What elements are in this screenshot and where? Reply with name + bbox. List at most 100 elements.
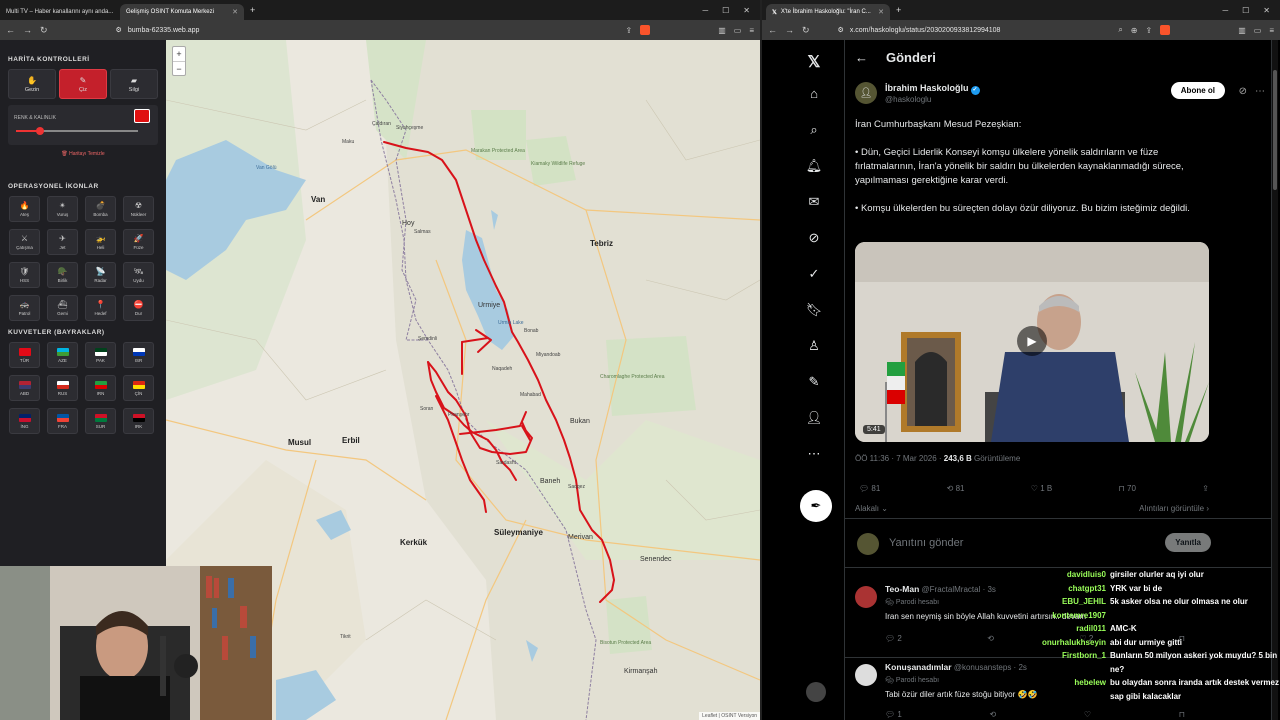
- flag-button[interactable]: ABD: [9, 375, 40, 401]
- video-player[interactable]: ▶ 5:41: [855, 242, 1209, 442]
- new-tab-icon[interactable]: +: [896, 5, 901, 15]
- messages-icon[interactable]: ✉: [800, 194, 828, 210]
- flag-button[interactable]: AZE: [47, 342, 78, 368]
- stroke-width-slider[interactable]: [16, 127, 138, 135]
- account-avatar[interactable]: [806, 682, 826, 702]
- repost-icon[interactable]: ⟲: [987, 634, 994, 643]
- menu-icon[interactable]: ≡: [1269, 26, 1274, 35]
- share-icon[interactable]: ⇪: [626, 26, 633, 35]
- ops-icon-button[interactable]: 🛰 Uydu: [123, 262, 154, 288]
- flag-button[interactable]: RUS: [47, 375, 78, 401]
- reload-icon[interactable]: ↻: [802, 25, 810, 36]
- reply-button[interactable]: Yanıtla: [1165, 533, 1211, 552]
- ops-icon-button[interactable]: ⚔ Çatışma: [9, 229, 40, 255]
- repost-icon[interactable]: ⟲: [990, 710, 997, 719]
- zoom-out-button[interactable]: −: [173, 61, 185, 75]
- ops-icon-button[interactable]: 🪖 Birlik: [47, 262, 78, 288]
- ops-icon-button[interactable]: 📍 Hedef: [85, 295, 116, 321]
- brave-shield-icon[interactable]: [640, 25, 651, 35]
- wallet-icon[interactable]: ▭: [1254, 26, 1262, 35]
- flag-button[interactable]: IRK: [123, 408, 154, 434]
- grok-icon[interactable]: ⊘: [1239, 86, 1247, 97]
- reply-action[interactable]: 💬︎ 1: [885, 710, 902, 719]
- author-name[interactable]: İbrahim Haskoloğlu: [885, 83, 969, 93]
- maximize-icon[interactable]: ☐: [1242, 6, 1249, 15]
- flag-button[interactable]: İNG: [9, 408, 40, 434]
- ops-icon-button[interactable]: ✴ Vuruş: [47, 196, 78, 222]
- ops-icon-button[interactable]: ☢ Nükleer: [123, 196, 154, 222]
- pan-button[interactable]: ✋ Gezin: [8, 69, 56, 99]
- ops-icon-button[interactable]: 📡 Radar: [85, 262, 116, 288]
- wallet-icon[interactable]: ▭: [734, 26, 742, 35]
- tab-x-post[interactable]: 𝕏 X'te İbrahim Haskoloğlu: "İran C... ✕: [766, 4, 890, 20]
- author-handle[interactable]: @haskologlu: [885, 95, 980, 104]
- share-icon[interactable]: ⇪: [1202, 484, 1209, 493]
- sidebar-icon[interactable]: ▥: [1238, 26, 1246, 35]
- close-tab-icon[interactable]: ✕: [232, 8, 238, 16]
- ops-icon-button[interactable]: 🛡 HSS: [9, 262, 40, 288]
- repost-action[interactable]: ⟲ 81: [947, 484, 965, 493]
- bookmark-icon[interactable]: ⊓: [1179, 710, 1185, 719]
- share-icon[interactable]: ⇪: [1146, 26, 1153, 35]
- new-tab-icon[interactable]: +: [250, 5, 255, 15]
- flag-button[interactable]: FRA: [47, 408, 78, 434]
- reply-input[interactable]: Yanıtını gönder: [889, 537, 963, 549]
- post-button[interactable]: ✒: [800, 490, 832, 522]
- profile-icon[interactable]: 👤︎: [800, 410, 828, 426]
- subscribe-button[interactable]: Abone ol: [1170, 82, 1225, 99]
- author-block[interactable]: 👤︎ İbrahim Haskoloğlu ✓ @haskologlu: [855, 82, 980, 104]
- avatar[interactable]: [855, 586, 877, 608]
- avatar[interactable]: 👤︎: [855, 82, 877, 104]
- x-logo-icon[interactable]: 𝕏: [800, 52, 828, 72]
- brave-shield-icon[interactable]: [1160, 25, 1171, 35]
- flag-button[interactable]: ÇİN: [123, 375, 154, 401]
- ops-icon-button[interactable]: 💣 Bomba: [85, 196, 116, 222]
- menu-icon[interactable]: ≡: [749, 26, 754, 35]
- search-icon[interactable]: ⌕: [800, 122, 828, 138]
- clear-map-button[interactable]: 🗑 Haritayı Temizle: [8, 151, 158, 157]
- url-field[interactable]: ⚙ bumba-62335.web.app: [116, 26, 618, 35]
- flag-button[interactable]: ISR: [123, 342, 154, 368]
- ops-icon-button[interactable]: 🚀 Füze: [123, 229, 154, 255]
- like-action[interactable]: ♡ 1 B: [1031, 484, 1052, 493]
- forward-icon[interactable]: →: [23, 25, 32, 35]
- draw-button[interactable]: ✎ Çiz: [59, 69, 107, 99]
- flag-button[interactable]: SUR: [85, 408, 116, 434]
- color-picker[interactable]: [134, 109, 150, 123]
- ops-icon-button[interactable]: 🚁 Heli: [85, 229, 116, 255]
- sidebar-icon[interactable]: ▥: [718, 26, 726, 35]
- ops-icon-button[interactable]: 🔥 Ateş: [9, 196, 40, 222]
- reply-action[interactable]: 💬︎ 2: [885, 634, 902, 643]
- comment-author[interactable]: Konuşanadımlar: [885, 662, 952, 672]
- articles-icon[interactable]: ✎: [800, 374, 828, 390]
- back-icon[interactable]: ←: [768, 25, 777, 35]
- map-attribution[interactable]: Leaflet | OSINT Versiyon: [699, 712, 760, 720]
- ops-icon-button[interactable]: 🚓 Patrol: [9, 295, 40, 321]
- bookmark-action[interactable]: ⊓ 70: [1119, 484, 1136, 493]
- url-field[interactable]: ⚙ x.com/haskologlu/status/20302009338129…: [838, 26, 1111, 35]
- more-icon[interactable]: ⋯: [800, 446, 828, 462]
- tab-multitv[interactable]: Multi TV – Haber kanallarını aynı anda..…: [0, 4, 120, 20]
- flag-button[interactable]: IRN: [85, 375, 116, 401]
- play-icon[interactable]: ▶: [1017, 326, 1047, 356]
- avatar[interactable]: [855, 664, 877, 686]
- site-info-icon[interactable]: ⚙: [116, 26, 122, 34]
- forward-icon[interactable]: →: [785, 25, 794, 35]
- tab-osint[interactable]: Gelişmiş OSINT Komuta Merkezi ✕: [120, 4, 244, 20]
- close-window-icon[interactable]: ✕: [1263, 6, 1270, 15]
- bookmarks-icon[interactable]: 🔖︎: [800, 302, 828, 318]
- close-window-icon[interactable]: ✕: [743, 6, 750, 15]
- close-tab-icon[interactable]: ✕: [878, 8, 884, 16]
- grok-icon[interactable]: ⊘: [800, 230, 828, 246]
- back-icon[interactable]: ←: [6, 25, 15, 35]
- scrollbar-thumb[interactable]: [1273, 70, 1277, 190]
- view-quotes-link[interactable]: Alıntıları görüntüle ›: [1139, 504, 1209, 513]
- ops-icon-button[interactable]: ✈ Jet: [47, 229, 78, 255]
- maximize-icon[interactable]: ☐: [722, 6, 729, 15]
- minimize-icon[interactable]: ─: [702, 6, 708, 15]
- reload-icon[interactable]: ↻: [40, 25, 48, 36]
- sort-dropdown[interactable]: Alakalı ⌄: [855, 504, 888, 513]
- minimize-icon[interactable]: ─: [1222, 6, 1228, 15]
- jobs-icon[interactable]: ♙: [800, 338, 828, 354]
- comment-author[interactable]: Teo-Man: [885, 584, 919, 594]
